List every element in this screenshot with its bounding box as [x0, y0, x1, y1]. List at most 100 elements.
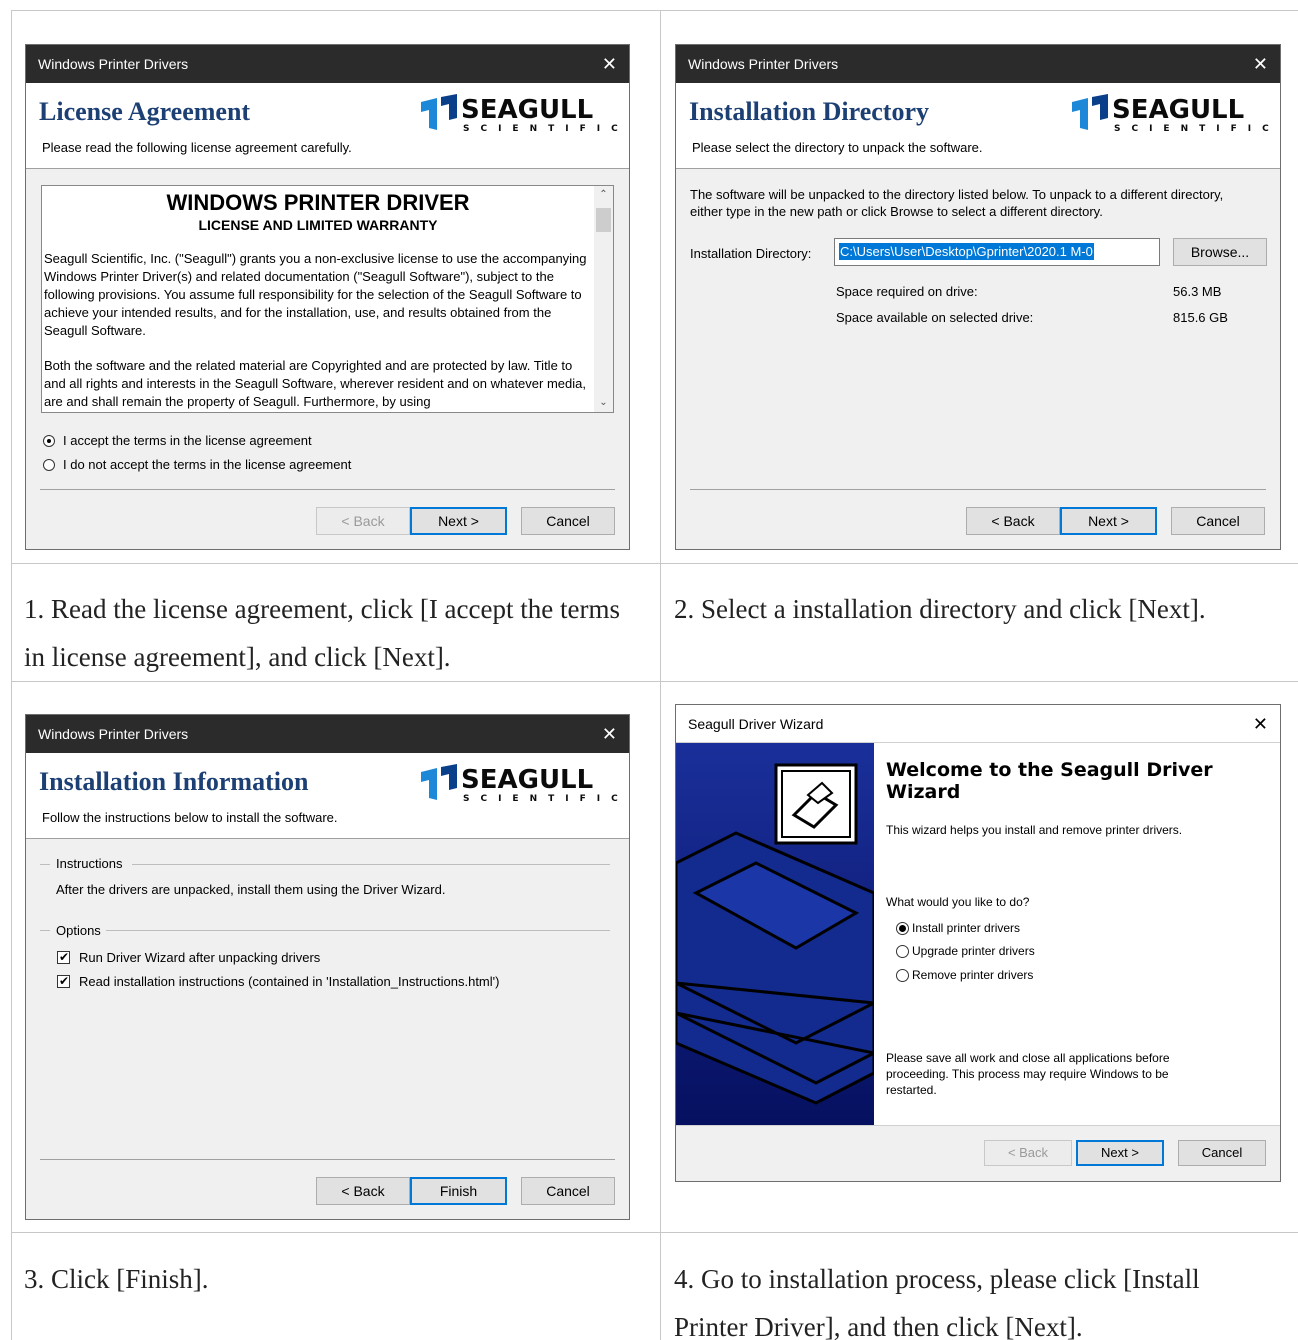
- wizard-body: Instructions After the drivers are unpac…: [26, 839, 629, 1219]
- finish-button[interactable]: Finish: [410, 1177, 507, 1205]
- welcome-title-line-2: Wizard: [886, 781, 961, 803]
- caption-step-2: 2. Select a installation directory and c…: [674, 585, 1206, 633]
- license-paragraph-2: Both the software and the related materi…: [44, 358, 586, 409]
- wizard-banner: [676, 743, 874, 1125]
- seagull-logo-icon: SEAGULL SCIENTIFIC: [421, 764, 619, 804]
- install-drivers-label[interactable]: Install printer drivers: [912, 921, 1020, 935]
- accept-radio-label[interactable]: I accept the terms in the license agreem…: [63, 433, 312, 448]
- instructions-group-line-left: [40, 864, 50, 865]
- table-divider-row2: [11, 681, 1298, 682]
- page-title: Installation Information: [39, 767, 309, 796]
- footer-separator: [40, 1159, 615, 1160]
- license-heading: WINDOWS PRINTER DRIVER: [166, 190, 470, 215]
- directory-label: Installation Directory:: [690, 246, 812, 261]
- read-instructions-label[interactable]: Read installation instructions (containe…: [79, 974, 499, 989]
- installation-information-dialog: Windows Printer Drivers ✕ Installation I…: [25, 714, 630, 1220]
- remove-drivers-label[interactable]: Remove printer drivers: [912, 968, 1033, 982]
- read-instructions-checkbox[interactable]: ✔: [57, 974, 70, 988]
- next-button[interactable]: Next >: [410, 507, 507, 535]
- cancel-button[interactable]: Cancel: [521, 507, 615, 535]
- scroll-thumb[interactable]: [596, 208, 611, 232]
- warning-line-1: Please save all work and close all appli…: [886, 1051, 1170, 1065]
- table-divider-vertical: [660, 10, 661, 1340]
- back-button[interactable]: < Back: [316, 507, 410, 535]
- window-title: Windows Printer Drivers: [688, 56, 839, 72]
- instructions-text: After the drivers are unpacked, install …: [56, 882, 446, 897]
- run-wizard-label[interactable]: Run Driver Wizard after unpacking driver…: [79, 950, 320, 965]
- back-button[interactable]: < Back: [984, 1140, 1072, 1166]
- close-icon[interactable]: ✕: [602, 725, 617, 743]
- accept-radio[interactable]: [43, 435, 55, 447]
- intro-text: This wizard helps you install and remove…: [886, 823, 1183, 837]
- table-divider-row3: [11, 1232, 1298, 1233]
- checkmark-icon: ✔: [59, 950, 70, 964]
- cancel-button[interactable]: Cancel: [1171, 507, 1265, 535]
- wizard-header: Installation Directory Please select the…: [676, 83, 1280, 169]
- title-bar: Windows Printer Drivers ✕: [26, 45, 629, 83]
- seagull-logo-icon: SEAGULL SCIENTIFIC: [1072, 94, 1270, 134]
- close-icon[interactable]: ✕: [602, 55, 617, 73]
- close-icon[interactable]: ✕: [1253, 715, 1268, 733]
- table-border-left: [11, 10, 12, 1340]
- description-line-1: The software will be unpacked to the dir…: [690, 187, 1224, 202]
- driver-wizard-dialog: Seagull Driver Wizard ✕ Welcome to the S…: [675, 704, 1281, 1182]
- space-available-value: 815.6 GB: [1173, 310, 1228, 325]
- space-required-value: 56.3 MB: [1173, 284, 1222, 299]
- close-icon[interactable]: ✕: [1253, 55, 1268, 73]
- scroll-up-icon[interactable]: ⌃: [594, 186, 613, 204]
- decline-radio[interactable]: [43, 459, 55, 471]
- footer-separator: [690, 489, 1266, 490]
- window-title: Windows Printer Drivers: [38, 726, 189, 742]
- directory-input[interactable]: C:\Users\User\Desktop\Gprinter\2020.1 M-…: [834, 238, 1160, 266]
- upgrade-drivers-label[interactable]: Upgrade printer drivers: [912, 944, 1035, 958]
- description-line-2: either type in the new path or click Bro…: [690, 204, 1103, 219]
- back-button[interactable]: < Back: [316, 1177, 410, 1205]
- decline-radio-label[interactable]: I do not accept the terms in the license…: [63, 457, 351, 472]
- back-button[interactable]: < Back: [966, 507, 1060, 535]
- caption-step-1-line-1: 1. Read the license agreement, click [I …: [24, 594, 620, 624]
- next-button[interactable]: Next >: [1060, 507, 1157, 535]
- printer-illustration-icon: [676, 743, 874, 1125]
- window-title: Seagull Driver Wizard: [688, 715, 824, 732]
- page-subtitle: Please select the directory to unpack th…: [692, 140, 983, 155]
- logo-wordmark: SEAGULL: [1112, 95, 1244, 125]
- scroll-down-icon[interactable]: ⌄: [594, 394, 613, 412]
- license-paragraph-1: Seagull Scientific, Inc. ("Seagull") gra…: [44, 251, 587, 338]
- wizard-body: The software will be unpacked to the dir…: [676, 169, 1280, 549]
- seagull-logo-icon: SEAGULL SCIENTIFIC: [421, 94, 618, 134]
- title-bar: Seagull Driver Wizard ✕: [676, 705, 1280, 743]
- license-text-box[interactable]: WINDOWS PRINTER DRIVER LICENSE AND LIMIT…: [41, 185, 614, 413]
- space-required-label: Space required on drive:: [836, 284, 978, 299]
- license-agreement-dialog: Windows Printer Drivers ✕ License Agreem…: [25, 44, 630, 550]
- caption-step-1-line-2: in license agreement], and click [Next].: [24, 642, 451, 672]
- caption-step-3: 3. Click [Finish].: [24, 1255, 209, 1303]
- table-border-top: [11, 10, 1298, 11]
- wizard-body: WINDOWS PRINTER DRIVER LICENSE AND LIMIT…: [26, 169, 629, 549]
- upgrade-drivers-radio[interactable]: [896, 945, 909, 958]
- wizard-header: License Agreement Please read the follow…: [26, 83, 629, 169]
- install-drivers-radio[interactable]: [896, 922, 909, 935]
- warning-line-2: proceeding. This process may require Win…: [886, 1067, 1169, 1081]
- page-title: License Agreement: [39, 97, 251, 126]
- next-button[interactable]: Next >: [1076, 1140, 1164, 1166]
- page-subtitle: Follow the instructions below to install…: [42, 810, 338, 825]
- remove-drivers-radio[interactable]: [896, 969, 909, 982]
- directory-input-value: C:\Users\User\Desktop\Gprinter\2020.1 M-…: [839, 243, 1094, 260]
- window-title: Windows Printer Drivers: [38, 56, 189, 72]
- page-subtitle: Please read the following license agreem…: [42, 140, 352, 155]
- wizard-footer: < Back Next > Cancel: [676, 1125, 1280, 1181]
- caption-step-2-text: 2. Select a installation directory and c…: [674, 594, 1206, 624]
- installation-directory-dialog: Windows Printer Drivers ✕ Installation D…: [675, 44, 1281, 550]
- license-scrollbar[interactable]: ⌃ ⌄: [594, 186, 613, 412]
- warning-line-3: restarted.: [886, 1083, 937, 1097]
- cancel-button[interactable]: Cancel: [521, 1177, 615, 1205]
- caption-step-4-line-2: Printer Driver], and then click [Next].: [674, 1312, 1083, 1340]
- logo-subtext: SCIENTIFIC: [463, 794, 619, 804]
- license-subheading: LICENSE AND LIMITED WARRANTY: [198, 217, 438, 233]
- browse-button[interactable]: Browse...: [1173, 238, 1267, 266]
- run-wizard-checkbox[interactable]: ✔: [57, 950, 70, 964]
- cancel-button[interactable]: Cancel: [1178, 1140, 1266, 1166]
- logo-subtext: SCIENTIFIC: [1114, 124, 1270, 134]
- welcome-title-line-1: Welcome to the Seagull Driver: [886, 759, 1213, 781]
- options-group-line-left: [40, 930, 50, 931]
